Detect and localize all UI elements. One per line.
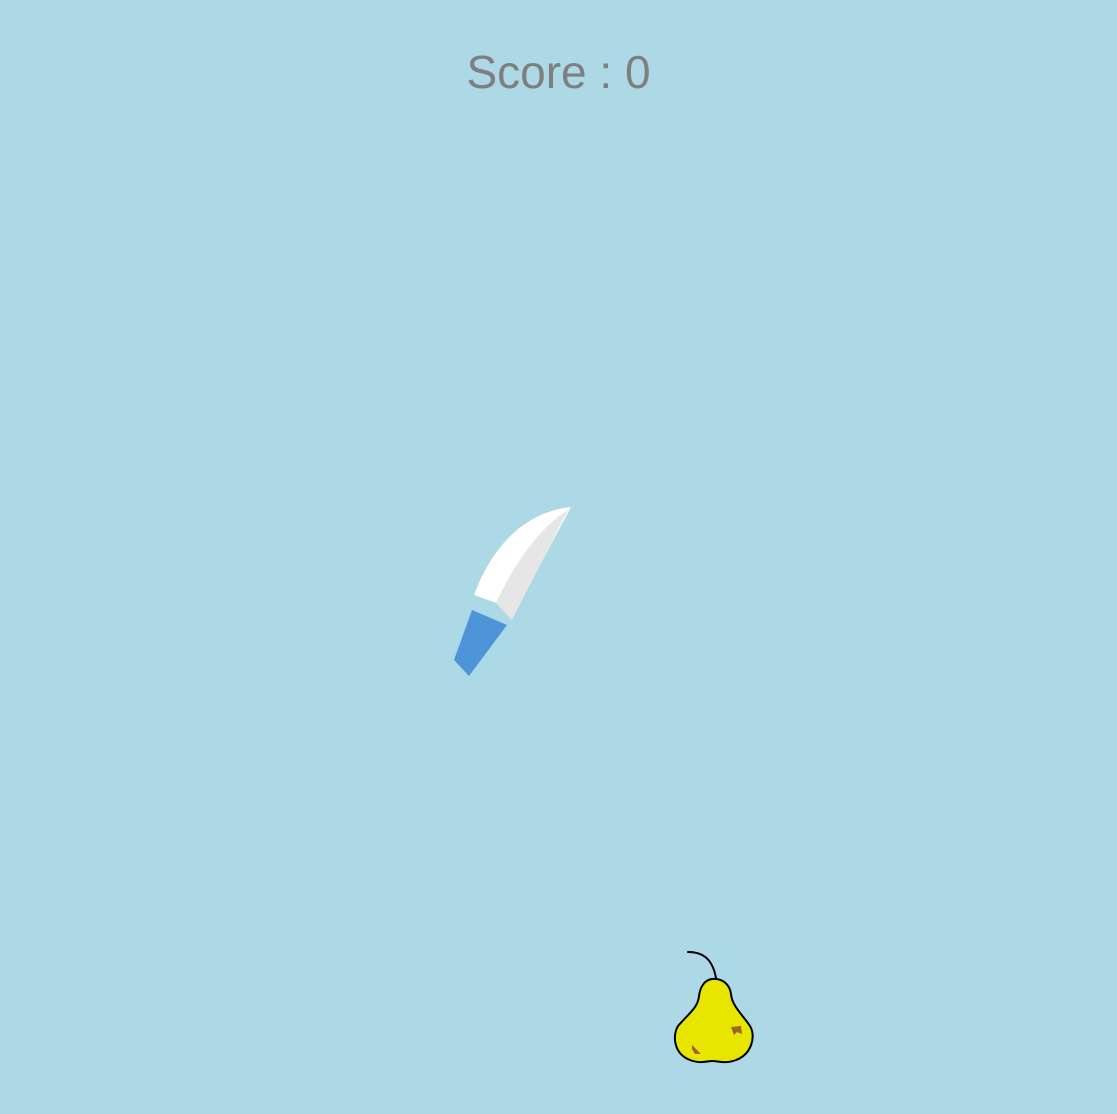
- pear-body: [673, 977, 754, 1064]
- game-area[interactable]: Score : 0: [0, 0, 1117, 1114]
- knife-handle: [454, 610, 507, 676]
- score-separator: :: [586, 46, 625, 98]
- score-display: Score : 0: [0, 44, 1117, 100]
- pear-icon[interactable]: [664, 944, 764, 1070]
- kitchen-knife-icon[interactable]: [440, 498, 580, 684]
- score-value: 0: [624, 46, 651, 98]
- score-label: Score: [466, 46, 587, 98]
- pear-stem: [687, 951, 717, 979]
